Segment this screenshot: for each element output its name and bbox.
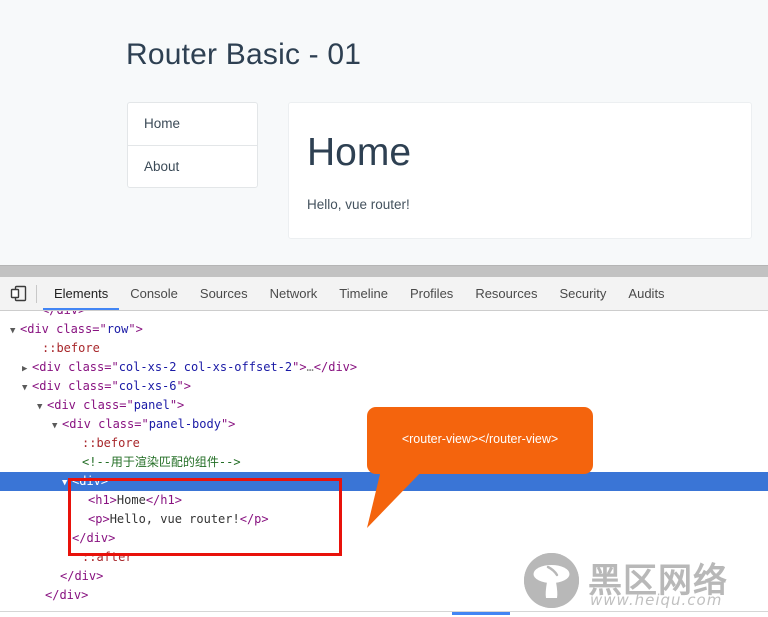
dom-attr-value: panel [133,398,170,412]
tab-audits[interactable]: Audits [617,277,675,310]
dom-tag-end: "> [292,360,307,374]
dom-pseudo-before: ::before [42,341,100,355]
expand-arrow-icon[interactable]: ▼ [62,474,72,493]
dom-attr-value: col-xs-2 col-xs-offset-2 [118,360,293,374]
page-title: Router Basic - 01 [126,38,362,72]
dom-node-row[interactable]: ::before [0,339,768,358]
dom-open-tag: <div> [72,474,109,488]
dom-close-tag: </div> [45,588,89,602]
dom-close-tag: </h1> [145,493,182,507]
dom-open-tag: <p> [88,512,110,526]
devtools-toolbar: Elements Console Sources Network Timelin… [0,277,768,311]
dom-tag-end: "> [169,398,185,412]
devtools-tab-bar: Elements Console Sources Network Timelin… [43,277,676,310]
dom-close-tag: </div> [60,569,104,583]
dom-text-node: Home [116,493,146,507]
tab-security[interactable]: Security [548,277,617,310]
dom-open-tag: <div class=" [20,322,107,336]
dom-attr-value: col-xs-6 [118,379,177,393]
dom-pseudo-before: ::before [82,436,140,450]
horizontal-scrollbar-thumb[interactable] [452,612,510,615]
dom-tag-end: "> [220,417,236,431]
dom-close-tag: </div> [42,311,85,317]
tab-timeline[interactable]: Timeline [328,277,399,310]
tab-profiles[interactable]: Profiles [399,277,464,310]
dom-node-row[interactable]: </div> [0,311,768,320]
nav-list-group: Home About [127,102,258,188]
dom-close-tag: </p> [239,512,269,526]
nav-item-home[interactable]: Home [128,103,257,145]
expand-arrow-icon[interactable]: ▼ [37,398,47,417]
toolbar-divider [36,284,37,303]
nav-item-about[interactable]: About [128,145,257,187]
watermark-url-text: www.heiqu.com [590,591,723,609]
tab-console[interactable]: Console [119,277,189,310]
dom-node-row[interactable]: ▶ <div class="col-xs-2 col-xs-offset-2">…… [0,358,768,377]
content-panel: Home Hello, vue router! [288,102,752,239]
dom-open-tag: <div class=" [47,398,134,412]
watermark: 黑区网络 www.heiqu.com [524,553,764,611]
dom-tag-end: "> [128,322,143,336]
content-heading: Home [307,131,412,174]
dom-close-tag: </div> [72,531,116,545]
expand-arrow-icon[interactable]: ▼ [52,417,62,436]
dom-open-tag: <div class=" [62,417,149,431]
tab-sources[interactable]: Sources [189,277,259,310]
dom-pseudo-after: ::after [82,550,133,564]
dom-comment: <!--用于渲染匹配的组件--> [82,455,241,469]
dom-open-tag: <h1> [88,493,117,507]
device-toolbar-icon[interactable] [0,277,36,310]
page-viewport: Router Basic - 01 Home About Home Hello,… [0,0,768,265]
tab-resources[interactable]: Resources [464,277,548,310]
dom-tag-end: "> [176,379,191,393]
dom-node-row[interactable]: ▼ <div class="col-xs-6"> [0,377,768,396]
annotation-callout-bubble: <router-view></router-view> [367,407,593,474]
dom-text-node: Hello, vue router! [109,512,240,526]
watermark-logo-icon [524,553,579,608]
devtools-splitter[interactable] [0,265,768,277]
expand-arrow-icon[interactable]: ▼ [10,322,20,341]
tab-elements[interactable]: Elements [43,277,120,310]
dom-attr-value: row [106,322,129,336]
content-paragraph: Hello, vue router! [307,197,410,212]
tab-network[interactable]: Network [259,277,329,310]
expand-arrow-icon[interactable]: ▼ [22,379,32,398]
annotation-callout-text: <router-view></router-view> [401,432,559,446]
collapse-arrow-icon[interactable]: ▶ [22,360,32,379]
dom-attr-value: panel-body [148,417,221,431]
dom-node-row[interactable]: ▼ <div class="row"> [0,320,768,339]
devtools-bottom-bar [0,611,768,617]
annotation-callout-tail [367,468,425,528]
dom-open-tag: <div class=" [32,360,119,374]
dom-close-tag: </div> [313,360,358,374]
dom-collapsed-ellipsis: … [306,360,314,374]
dom-open-tag: <div class=" [32,379,119,393]
